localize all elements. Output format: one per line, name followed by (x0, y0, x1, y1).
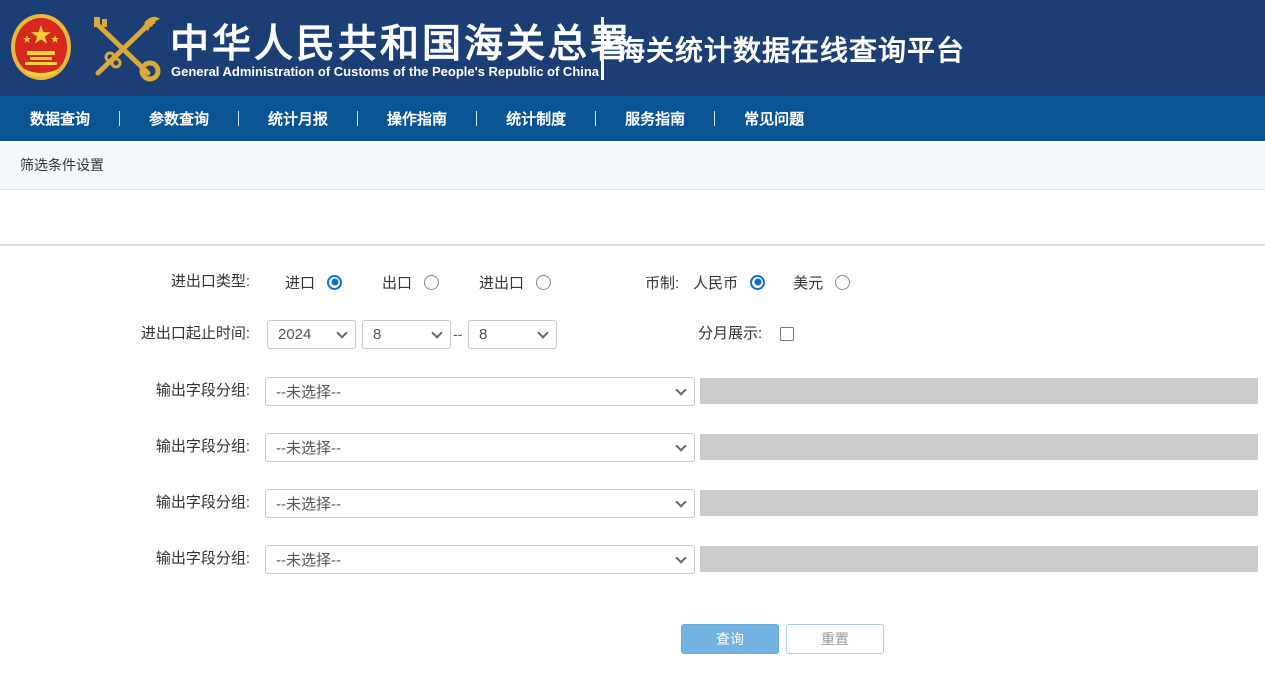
radio-label: 出口 (382, 272, 412, 293)
output-group-label: 输出字段分组: (0, 545, 250, 573)
radio-button-import[interactable] (327, 275, 342, 290)
output-group-row: 输出字段分组: --未选择-- (0, 545, 1265, 573)
radio-label: 进口 (285, 272, 315, 293)
filter-section-title: 筛选条件设置 (20, 155, 104, 175)
date-range-separator: -- (453, 320, 462, 349)
output-group-label: 输出字段分组: (0, 433, 250, 461)
output-group-row: 输出字段分组: --未选择-- (0, 377, 1265, 405)
output-group-row: 输出字段分组: --未选择-- (0, 433, 1265, 461)
radio-option-export[interactable]: 出口 (382, 272, 439, 293)
chevron-down-icon (537, 327, 548, 338)
radio-label: 进出口 (479, 272, 524, 293)
nav-separator (476, 111, 477, 126)
date-range-label: 进出口起止时间: (0, 320, 250, 348)
chevron-down-icon (675, 384, 686, 395)
output-group-select-value: --未选择-- (276, 437, 341, 458)
org-title: 中华人民共和国海关总署 (170, 13, 632, 69)
output-group-select-value: --未选择-- (276, 381, 341, 402)
output-group-row: 输出字段分组: --未选择-- (0, 489, 1265, 517)
filter-section-bar: 筛选条件设置 (0, 141, 1265, 190)
start-month-select-value: 8 (373, 326, 381, 343)
header-divider (601, 17, 604, 80)
output-group-disabled-input-2 (700, 434, 1258, 460)
national-emblem-logo (10, 13, 72, 81)
currency-label: 币制: (645, 272, 679, 293)
nav-item-operation-guide[interactable]: 操作指南 (387, 108, 447, 129)
query-button[interactable]: 查询 (681, 624, 779, 654)
platform-title: 海关统计数据在线查询平台 (617, 29, 965, 69)
end-month-select[interactable]: 8 (468, 320, 557, 349)
year-select[interactable]: 2024 (267, 320, 356, 349)
radio-button-export[interactable] (424, 275, 439, 290)
nav-separator (714, 111, 715, 126)
chevron-down-icon (336, 327, 347, 338)
nav-item-param-query[interactable]: 参数查询 (149, 108, 209, 129)
trade-type-radio-group: 进口 出口 进出口 (285, 268, 551, 296)
output-group-label: 输出字段分组: (0, 489, 250, 517)
output-group-disabled-input-1 (700, 378, 1258, 404)
reset-button[interactable]: 重置 (786, 624, 884, 654)
nav-item-data-query[interactable]: 数据查询 (30, 108, 90, 129)
nav-item-monthly-report[interactable]: 统计月报 (268, 108, 328, 129)
output-group-select-value: --未选择-- (276, 493, 341, 514)
page-header: 中华人民共和国海关总署 General Administration of Cu… (0, 0, 1265, 96)
output-group-disabled-input-3 (700, 490, 1258, 516)
trade-type-label: 进出口类型: (0, 268, 250, 296)
radio-button-import-export[interactable] (536, 275, 551, 290)
nav-item-service-guide[interactable]: 服务指南 (625, 108, 685, 129)
customs-emblem-logo (86, 11, 162, 85)
output-group-disabled-input-4 (700, 546, 1258, 572)
section-divider (0, 244, 1265, 246)
start-month-select[interactable]: 8 (362, 320, 451, 349)
trade-type-row: 进出口类型: 进口 出口 进出口 币制: 人民币 美元 (0, 268, 1265, 296)
chevron-down-icon (431, 327, 442, 338)
radio-option-import-export[interactable]: 进出口 (479, 272, 551, 293)
radio-label: 美元 (793, 272, 823, 293)
output-group-select-1[interactable]: --未选择-- (265, 377, 695, 406)
nav-separator (595, 111, 596, 126)
output-group-select-4[interactable]: --未选择-- (265, 545, 695, 574)
org-subtitle: General Administration of Customs of the… (171, 64, 599, 79)
main-nav: 数据查询 参数查询 统计月报 操作指南 统计制度 服务指南 常见问题 (0, 96, 1265, 141)
nav-item-statistics-system[interactable]: 统计制度 (506, 108, 566, 129)
output-group-select-value: --未选择-- (276, 549, 341, 570)
radio-button-usd[interactable] (835, 275, 850, 290)
nav-separator (119, 111, 120, 126)
year-select-value: 2024 (278, 326, 311, 343)
radio-option-import[interactable]: 进口 (285, 272, 342, 293)
date-range-row: 进出口起止时间: 2024 8 -- 8 分月展示: (0, 320, 1265, 348)
chevron-down-icon (675, 440, 686, 451)
currency-group: 币制: 人民币 美元 (645, 268, 850, 296)
output-group-select-2[interactable]: --未选择-- (265, 433, 695, 462)
monthly-display-label: 分月展示: (698, 320, 762, 348)
radio-label: 人民币 (693, 272, 738, 293)
monthly-display-checkbox[interactable] (780, 327, 794, 341)
radio-button-rmb[interactable] (750, 275, 765, 290)
nav-item-faq[interactable]: 常见问题 (744, 108, 804, 129)
currency-radio-group: 人民币 美元 (693, 272, 850, 293)
radio-option-rmb[interactable]: 人民币 (693, 272, 765, 293)
chevron-down-icon (675, 496, 686, 507)
output-group-label: 输出字段分组: (0, 377, 250, 405)
nav-separator (357, 111, 358, 126)
end-month-select-value: 8 (479, 326, 487, 343)
nav-separator (238, 111, 239, 126)
radio-option-usd[interactable]: 美元 (793, 272, 850, 293)
chevron-down-icon (675, 552, 686, 563)
output-group-select-3[interactable]: --未选择-- (265, 489, 695, 518)
